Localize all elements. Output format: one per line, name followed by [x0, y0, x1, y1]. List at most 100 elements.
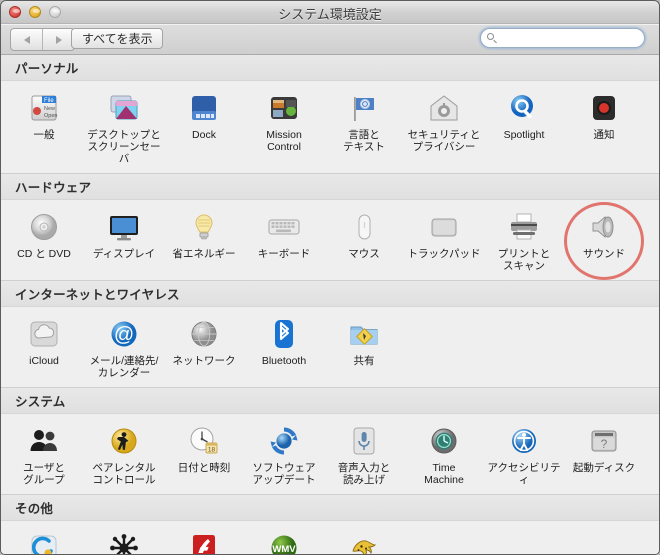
- section-header: インターネットとワイヤレス: [1, 280, 659, 307]
- pref-pane-mouse[interactable]: マウス: [324, 206, 404, 276]
- pref-pane-icloud[interactable]: iCloud: [4, 313, 84, 383]
- pref-pane-security-privacy[interactable]: セキュリティと プライバシー: [404, 87, 484, 169]
- search-icon: [487, 33, 498, 44]
- pref-pane-label: キーボード: [258, 248, 311, 260]
- pref-pane-label: ソフトウェア アップデート: [253, 462, 316, 486]
- section-header: パーソナル: [1, 55, 659, 81]
- pref-pane-label: メール/連絡先/ カレンダー: [90, 355, 159, 379]
- pref-pane-label: 省エネルギー: [173, 248, 236, 260]
- pref-pane-mission-control[interactable]: Mission Control: [244, 87, 324, 169]
- pref-pane-energy-saver[interactable]: 省エネルギー: [164, 206, 244, 276]
- svg-text:?: ?: [601, 437, 608, 451]
- pref-pane-time-machine[interactable]: Time Machine: [404, 420, 484, 490]
- section-grid: CD と DVD ディスプレイ 省エネルギー キーボード マウス トラックパッド…: [1, 200, 659, 280]
- flash-player-icon: [185, 529, 223, 555]
- search-field[interactable]: [480, 28, 645, 48]
- section-header: システム: [1, 387, 659, 414]
- pref-pane-label: Mission Control: [266, 129, 302, 153]
- pref-pane-label: Time Machine: [424, 462, 464, 486]
- pref-pane-apple-qmaster[interactable]: Apple Qmaster: [84, 527, 164, 555]
- pref-pane-label: ユーザと グループ: [23, 462, 65, 486]
- svg-text:@: @: [114, 324, 134, 346]
- pref-pane-label: デスクトップと スクリーンセーバ: [85, 129, 163, 165]
- apple-qmaster-icon: [105, 529, 143, 555]
- pref-pane-keyboard[interactable]: キーボード: [244, 206, 324, 276]
- pref-pane-accessibility[interactable]: アクセシビリティ: [484, 420, 564, 490]
- growl-icon: [345, 529, 383, 555]
- navigation-buttons: [10, 28, 75, 51]
- pref-pane-network[interactable]: ネットワーク: [164, 313, 244, 383]
- pref-pane-language-text[interactable]: 言語と テキスト: [324, 87, 404, 169]
- pref-pane-sound[interactable]: サウンド: [564, 206, 644, 276]
- pref-pane-label: 通知: [594, 129, 615, 141]
- icloud-icon: [25, 315, 63, 353]
- pref-pane-akamai[interactable]: Akamai: [4, 527, 84, 555]
- search-input[interactable]: [498, 32, 640, 44]
- svg-text:New: New: [44, 106, 55, 112]
- pref-pane-label: 一般: [34, 129, 55, 141]
- network-icon: [185, 315, 223, 353]
- pref-pane-flip4mac-wmv[interactable]: WMVFlip4Mac WMV: [244, 527, 324, 555]
- back-button[interactable]: [11, 29, 43, 50]
- notifications-icon: [585, 89, 623, 127]
- pref-pane-label: アクセシビリティ: [485, 462, 563, 486]
- startup-disk-icon: ?: [585, 422, 623, 460]
- pref-pane-date-time[interactable]: 18 日付と時刻: [164, 420, 244, 490]
- pref-pane-mail-contacts-calendars[interactable]: @ メール/連絡先/ カレンダー: [84, 313, 164, 383]
- pref-pane-growl[interactable]: Growl: [324, 527, 404, 555]
- pref-pane-dock[interactable]: Dock: [164, 87, 244, 169]
- window-title: システム環境設定: [1, 4, 659, 23]
- pref-pane-print-scan[interactable]: プリントと スキャン: [484, 206, 564, 276]
- pref-pane-flash-player[interactable]: Flash Player: [164, 527, 244, 555]
- pref-pane-cd-dvd[interactable]: CD と DVD: [4, 206, 84, 276]
- mouse-icon: [345, 208, 383, 246]
- flip4mac-wmv-icon: WMV: [265, 529, 303, 555]
- pref-pane-label: プリントと スキャン: [498, 248, 551, 272]
- displays-icon: [105, 208, 143, 246]
- toolbar: すべてを表示: [1, 24, 659, 55]
- forward-button[interactable]: [43, 29, 74, 50]
- pref-pane-label: ディスプレイ: [93, 248, 155, 260]
- pref-pane-label: Bluetooth: [262, 355, 306, 367]
- section-grid: Akamai Apple Qmaster Flash Player WMVFli…: [1, 521, 659, 555]
- pref-pane-startup-disk[interactable]: ?起動ディスク: [564, 420, 644, 490]
- desktop-screensaver-icon: [105, 89, 143, 127]
- show-all-button[interactable]: すべてを表示: [71, 28, 163, 49]
- pref-pane-sharing[interactable]: 共有: [324, 313, 404, 383]
- security-privacy-icon: [425, 89, 463, 127]
- section-grid: iCloud @メール/連絡先/ カレンダー ネットワーク Bluetooth …: [1, 307, 659, 387]
- pref-pane-displays[interactable]: ディスプレイ: [84, 206, 164, 276]
- trackpad-icon: [425, 208, 463, 246]
- pref-pane-bluetooth[interactable]: Bluetooth: [244, 313, 324, 383]
- pref-pane-label: iCloud: [29, 355, 59, 367]
- pref-pane-label: Dock: [192, 129, 216, 141]
- chevron-left-icon: [24, 36, 30, 44]
- section-header: その他: [1, 494, 659, 521]
- pref-pane-notifications[interactable]: 通知: [564, 87, 644, 169]
- pref-pane-software-update[interactable]: ソフトウェア アップデート: [244, 420, 324, 490]
- parental-controls-icon: [105, 422, 143, 460]
- pref-pane-spotlight[interactable]: Spotlight: [484, 87, 564, 169]
- pref-pane-desktop-screensaver[interactable]: デスクトップと スクリーンセーバ: [84, 87, 164, 169]
- section-header: ハードウェア: [1, 173, 659, 200]
- pref-pane-speech[interactable]: 音声入力と 読み上げ: [324, 420, 404, 490]
- pref-pane-label: 日付と時刻: [178, 462, 231, 474]
- mission-control-icon: [265, 89, 303, 127]
- pref-pane-label: Spotlight: [504, 129, 545, 141]
- svg-text:Open: Open: [44, 113, 57, 119]
- akamai-icon: [25, 529, 63, 555]
- pref-pane-label: 共有: [354, 355, 375, 367]
- bluetooth-icon: [265, 315, 303, 353]
- pref-pane-label: サウンド: [583, 248, 625, 260]
- spotlight-icon: [505, 89, 543, 127]
- pref-pane-general[interactable]: File New Open 一般: [4, 87, 84, 169]
- software-update-icon: [265, 422, 303, 460]
- pref-pane-trackpad[interactable]: トラックパッド: [404, 206, 484, 276]
- pref-pane-users-groups[interactable]: ユーザと グループ: [4, 420, 84, 490]
- section-grid: ユーザと グループ ペアレンタル コントロール 18 日付と時刻 ソフトウェア ア…: [1, 414, 659, 494]
- pref-pane-parental-controls[interactable]: ペアレンタル コントロール: [84, 420, 164, 490]
- general-icon: File New Open: [25, 89, 63, 127]
- svg-text:WMV: WMV: [272, 544, 296, 555]
- language-text-icon: [345, 89, 383, 127]
- date-time-icon: 18: [185, 422, 223, 460]
